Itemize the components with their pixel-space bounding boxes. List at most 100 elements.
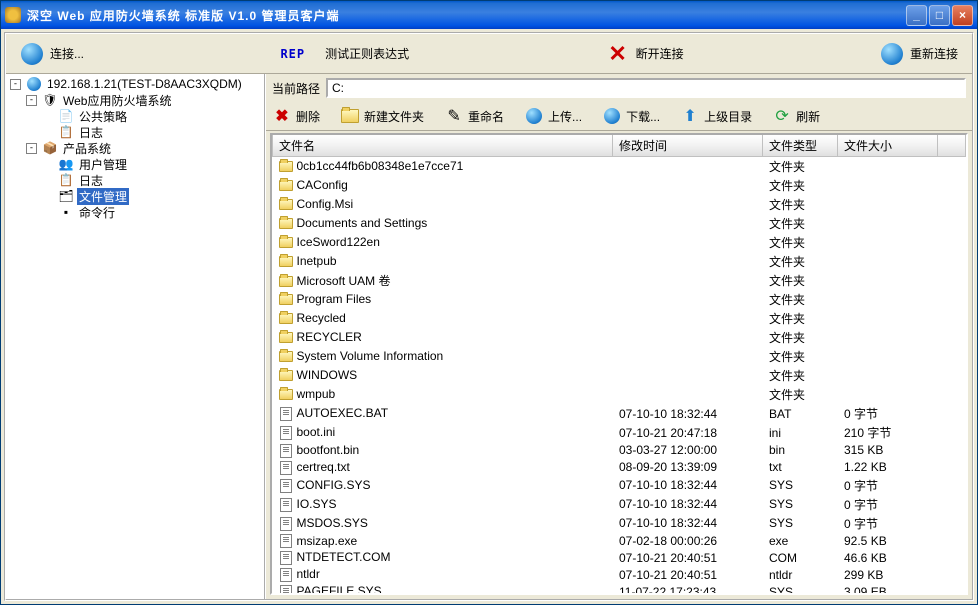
cell-type: SYS [763, 583, 838, 595]
cell-type: txt [763, 459, 838, 476]
table-row[interactable]: Inetpub文件夹 [273, 252, 966, 271]
table-row[interactable]: NTDETECT.COM07-10-21 20:40:51COM46.6 KB [273, 549, 966, 566]
col-time-header[interactable]: 修改时间 [613, 135, 763, 157]
table-row[interactable]: CONFIG.SYS07-10-10 18:32:44SYS0 字节 [273, 476, 966, 495]
table-row[interactable]: ntldr07-10-21 20:40:51ntldr299 KB [273, 566, 966, 583]
cell-type: COM [763, 549, 838, 566]
tree-node-log2[interactable]: 📋 日志 [6, 172, 264, 188]
cell-name: IO.SYS [273, 495, 613, 514]
table-row[interactable]: Config.Msi文件夹 [273, 195, 966, 214]
connect-button[interactable]: 连接... [10, 38, 94, 70]
table-row[interactable]: 0cb1cc44fb6b08348e1e7cce71文件夹 [273, 157, 966, 177]
cell-time: 07-10-10 18:32:44 [613, 514, 763, 533]
table-row[interactable]: MSDOS.SYS07-10-10 18:32:44SYS0 字节 [273, 514, 966, 533]
app-window: 深空 Web 应用防火墙系统 标准版 V1.0 管理员客户端 _ □ × 连接.… [0, 0, 978, 605]
table-row[interactable]: IceSword122en文件夹 [273, 233, 966, 252]
table-row[interactable]: RECYCLER文件夹 [273, 328, 966, 347]
minimize-button[interactable]: _ [906, 5, 927, 26]
col-type-header[interactable]: 文件类型 [763, 135, 838, 157]
col-name-header[interactable]: 文件名 [273, 135, 613, 157]
path-input[interactable] [326, 78, 966, 98]
table-row[interactable]: boot.ini07-10-21 20:47:18ini210 字节 [273, 423, 966, 442]
tree-node-root[interactable]: - 192.168.1.21(TEST-D8AAC3XQDM) [6, 76, 264, 92]
expander-icon[interactable]: - [10, 79, 21, 90]
col-size-header[interactable]: 文件大小 [838, 135, 938, 157]
table-row[interactable]: AUTOEXEC.BAT07-10-10 18:32:44BAT0 字节 [273, 404, 966, 423]
table-row[interactable]: bootfont.bin03-03-27 12:00:00bin315 KB [273, 442, 966, 459]
file-icon [279, 426, 293, 440]
file-name-label: Config.Msi [297, 197, 354, 211]
table-row[interactable]: System Volume Information文件夹 [273, 347, 966, 366]
cell-type: 文件夹 [763, 271, 838, 290]
table-row[interactable]: PAGEFILE.SYS11-07-22 17:23:43SYS3.09 EB [273, 583, 966, 595]
file-name-label: certreq.txt [297, 460, 350, 474]
titlebar-buttons: _ □ × [906, 5, 973, 26]
delete-button[interactable]: ✖ 删除 [272, 106, 320, 126]
table-row[interactable]: Recycled文件夹 [273, 309, 966, 328]
test-regex-button[interactable]: REP 测试正则表达式 [270, 41, 419, 66]
cell-blank [938, 495, 966, 514]
folder-icon [279, 293, 293, 307]
table-row[interactable]: WINDOWS文件夹 [273, 366, 966, 385]
upload-button[interactable]: 上传... [524, 106, 582, 126]
table-row[interactable]: IO.SYS07-10-10 18:32:44SYS0 字节 [273, 495, 966, 514]
cell-time [613, 176, 763, 195]
folder-icon [279, 179, 293, 193]
new-folder-button[interactable]: 新建文件夹 [340, 106, 424, 126]
table-row[interactable]: CAConfig文件夹 [273, 176, 966, 195]
table-row[interactable]: msizap.exe07-02-18 00:00:26exe92.5 KB [273, 533, 966, 550]
cell-time [613, 290, 763, 309]
rename-button[interactable]: ✎ 重命名 [444, 106, 504, 126]
cell-type: SYS [763, 476, 838, 495]
tree-node-user-mgmt[interactable]: 👥 用户管理 [6, 156, 264, 172]
cell-time: 08-09-20 13:39:09 [613, 459, 763, 476]
table-row[interactable]: Microsoft UAM 卷文件夹 [273, 271, 966, 290]
maximize-button[interactable]: □ [929, 5, 950, 26]
up-dir-button[interactable]: ⬆ 上级目录 [680, 106, 752, 126]
rename-label: 重命名 [468, 108, 504, 125]
table-row[interactable]: Documents and Settings文件夹 [273, 214, 966, 233]
col-blank-header[interactable] [938, 135, 966, 157]
expander-icon[interactable]: - [26, 95, 37, 106]
tree-node-waf[interactable]: - 🛡 Web应用防火墙系统 [6, 92, 264, 108]
cell-name: Config.Msi [273, 195, 613, 214]
cell-size: 210 字节 [838, 423, 938, 442]
shield-icon: 🛡 [42, 92, 58, 108]
cell-size [838, 385, 938, 404]
table-row[interactable]: Program Files文件夹 [273, 290, 966, 309]
refresh-button[interactable]: ⟳ 刷新 [772, 106, 820, 126]
file-name-label: wmpub [297, 387, 336, 401]
download-button[interactable]: 下载... [602, 106, 660, 126]
cell-blank [938, 328, 966, 347]
file-name-label: 0cb1cc44fb6b08348e1e7cce71 [297, 159, 464, 173]
cell-time [613, 385, 763, 404]
cell-blank [938, 195, 966, 214]
close-button[interactable]: × [952, 5, 973, 26]
path-row: 当前路径 [266, 74, 972, 102]
product-icon: 📦 [42, 140, 58, 156]
file-name-label: RECYCLER [297, 330, 362, 344]
file-icon [279, 479, 293, 493]
expander-icon[interactable]: - [26, 143, 37, 154]
connect-label: 连接... [50, 45, 84, 62]
tree-node-cmdline[interactable]: ▪ 命令行 [6, 204, 264, 220]
tree-node-public-policy[interactable]: 📄 公共策略 [6, 108, 264, 124]
policy-icon: 📄 [58, 108, 74, 124]
tree-node-file-mgmt[interactable]: 🗂 文件管理 [6, 188, 264, 204]
cell-time [613, 271, 763, 290]
tree-node-log1[interactable]: 📋 日志 [6, 124, 264, 140]
file-name-label: CAConfig [297, 178, 348, 192]
reconnect-button[interactable]: 重新连接 [870, 38, 968, 70]
tree-node-product-sys[interactable]: - 📦 产品系统 [6, 140, 264, 156]
test-regex-label: 测试正则表达式 [325, 45, 409, 62]
folder-icon [279, 350, 293, 364]
new-folder-label: 新建文件夹 [364, 108, 424, 125]
cell-type: SYS [763, 514, 838, 533]
cell-blank [938, 459, 966, 476]
cell-time: 11-07-22 17:23:43 [613, 583, 763, 595]
tree-label: Web应用防火墙系统 [61, 92, 173, 109]
cell-blank [938, 290, 966, 309]
table-row[interactable]: certreq.txt08-09-20 13:39:09txt1.22 KB [273, 459, 966, 476]
table-row[interactable]: wmpub文件夹 [273, 385, 966, 404]
disconnect-button[interactable]: ✕ 断开连接 [596, 38, 694, 70]
